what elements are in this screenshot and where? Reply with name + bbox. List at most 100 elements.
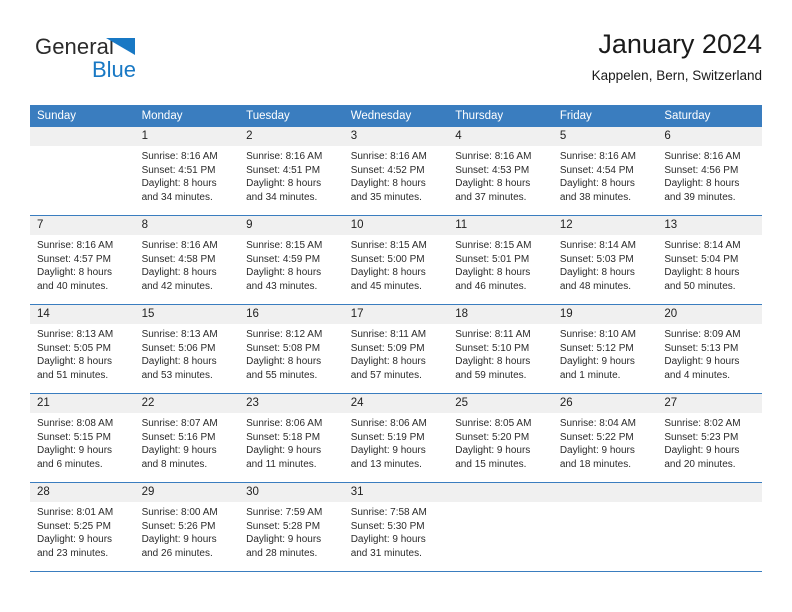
calendar-day-cell[interactable]: 6 Sunrise: 8:16 AM Sunset: 4:56 PM Daylight…	[657, 127, 762, 216]
daylight-text-line1: Daylight: 9 hours	[246, 534, 322, 546]
day-details: Sunrise: 8:14 AM Sunset: 5:03 PM Daylight:…	[553, 235, 658, 293]
daylight-text-line1: Daylight: 8 hours	[246, 178, 322, 190]
sunset-text: Sunset: 5:01 PM	[455, 253, 530, 265]
day-number: 27	[657, 394, 762, 413]
daylight-text-line1: Daylight: 9 hours	[559, 356, 635, 368]
daylight-text-line1: Daylight: 9 hours	[664, 356, 740, 368]
sunrise-text: Sunrise: 8:15 AM	[350, 240, 427, 251]
day-details: Sunrise: 8:16 AM Sunset: 4:51 PM Daylight:…	[135, 146, 240, 204]
day-details: Sunrise: 8:09 AM Sunset: 5:13 PM Daylight:…	[657, 324, 762, 382]
calendar-day-cell[interactable]: 3 Sunrise: 8:16 AM Sunset: 4:52 PM Daylight…	[343, 127, 449, 216]
calendar-day-cell[interactable]: 28 Sunrise: 8:01 AM Sunset: 5:25 PM Dayligh…	[30, 482, 135, 572]
calendar-day-cell[interactable]: 11 Sunrise: 8:15 AM Sunset: 5:01 PM Dayligh…	[448, 215, 553, 305]
calendar-day-cell[interactable]: 19 Sunrise: 8:10 AM Sunset: 5:12 PM Dayligh…	[552, 304, 658, 394]
sunrise-text: Sunrise: 8:16 AM	[246, 151, 323, 162]
daylight-text-line2: and 15 minutes.	[455, 458, 527, 470]
day-number: 20	[657, 305, 762, 324]
sunset-text: Sunset: 4:52 PM	[350, 164, 425, 176]
daylight-text-line2: and 35 minutes.	[350, 191, 422, 203]
day-number: 23	[239, 394, 344, 413]
sunrise-text: Sunrise: 8:14 AM	[559, 240, 636, 251]
daylight-text-line2: and 59 minutes.	[455, 369, 527, 381]
day-number	[657, 483, 762, 502]
calendar-day-cell[interactable]: 18 Sunrise: 8:11 AM Sunset: 5:10 PM Dayligh…	[448, 304, 553, 394]
day-details: Sunrise: 7:58 AM Sunset: 5:30 PM Daylight:…	[344, 502, 449, 560]
day-number: 21	[30, 394, 135, 413]
sunrise-text: Sunrise: 7:58 AM	[350, 507, 427, 518]
daylight-text-line2: and 46 minutes.	[455, 280, 527, 292]
calendar-day-cell[interactable]: 9 Sunrise: 8:15 AM Sunset: 4:59 PM Daylight…	[239, 215, 344, 305]
day-details: Sunrise: 8:08 AM Sunset: 5:15 PM Daylight:…	[30, 413, 135, 471]
daylight-text-line1: Daylight: 8 hours	[37, 356, 113, 368]
general-blue-logo[interactable]: General Blue	[35, 34, 215, 92]
day-details: Sunrise: 8:07 AM Sunset: 5:16 PM Daylight:…	[135, 413, 240, 471]
calendar-day-cell[interactable]: 12 Sunrise: 8:14 AM Sunset: 5:03 PM Dayligh…	[552, 215, 658, 305]
calendar-day-cell[interactable]: 22 Sunrise: 8:07 AM Sunset: 5:16 PM Dayligh…	[134, 393, 240, 483]
day-number: 30	[239, 483, 344, 502]
calendar-day-cell[interactable]: 16 Sunrise: 8:12 AM Sunset: 5:08 PM Dayligh…	[239, 304, 344, 394]
calendar-day-cell[interactable]: 29 Sunrise: 8:00 AM Sunset: 5:26 PM Dayligh…	[134, 482, 240, 572]
sunset-text: Sunset: 5:19 PM	[350, 431, 425, 443]
day-number: 2	[239, 127, 344, 146]
sunrise-text: Sunrise: 8:16 AM	[141, 151, 218, 162]
daylight-text-line1: Daylight: 8 hours	[455, 178, 531, 190]
calendar-day-cell[interactable]: 1 Sunrise: 8:16 AM Sunset: 4:51 PM Daylight…	[134, 127, 240, 216]
day-number: 12	[552, 216, 658, 235]
daylight-text-line1: Daylight: 8 hours	[246, 267, 322, 279]
calendar-day-cell[interactable]: 25 Sunrise: 8:05 AM Sunset: 5:20 PM Dayligh…	[448, 393, 553, 483]
sunrise-text: Sunrise: 8:09 AM	[664, 329, 741, 340]
calendar-day-cell[interactable]: 17 Sunrise: 8:11 AM Sunset: 5:09 PM Dayligh…	[343, 304, 449, 394]
calendar-day-cell[interactable]: 5 Sunrise: 8:16 AM Sunset: 4:54 PM Daylight…	[552, 127, 658, 216]
sunrise-text: Sunrise: 8:06 AM	[246, 418, 323, 429]
daylight-text-line1: Daylight: 8 hours	[559, 267, 635, 279]
daylight-text-line2: and 50 minutes.	[664, 280, 736, 292]
calendar-day-cell[interactable]: 4 Sunrise: 8:16 AM Sunset: 4:53 PM Daylight…	[448, 127, 553, 216]
daylight-text-line2: and 13 minutes.	[350, 458, 422, 470]
daylight-text-line2: and 43 minutes.	[246, 280, 318, 292]
daylight-text-line1: Daylight: 8 hours	[141, 267, 217, 279]
calendar-day-cell[interactable]: 30 Sunrise: 7:59 AM Sunset: 5:28 PM Dayligh…	[239, 482, 344, 572]
sunrise-text: Sunrise: 8:06 AM	[350, 418, 427, 429]
calendar-day-cell[interactable]: 10 Sunrise: 8:15 AM Sunset: 5:00 PM Dayligh…	[343, 215, 449, 305]
calendar-day-cell[interactable]: 14 Sunrise: 8:13 AM Sunset: 5:05 PM Dayligh…	[30, 304, 135, 394]
day-details: Sunrise: 8:16 AM Sunset: 4:52 PM Daylight:…	[344, 146, 449, 204]
sunset-text: Sunset: 5:04 PM	[664, 253, 739, 265]
calendar-day-cell[interactable]: 13 Sunrise: 8:14 AM Sunset: 5:04 PM Dayligh…	[657, 215, 762, 305]
daylight-text-line2: and 39 minutes.	[664, 191, 736, 203]
sunrise-text: Sunrise: 8:13 AM	[37, 329, 114, 340]
sunrise-text: Sunrise: 8:07 AM	[141, 418, 218, 429]
day-number: 19	[552, 305, 658, 324]
sunrise-text: Sunrise: 8:15 AM	[246, 240, 323, 251]
daylight-text-line1: Daylight: 9 hours	[559, 445, 635, 457]
daylight-text-line2: and 37 minutes.	[455, 191, 527, 203]
calendar-day-cell[interactable]: 24 Sunrise: 8:06 AM Sunset: 5:19 PM Dayligh…	[343, 393, 449, 483]
daylight-text-line1: Daylight: 9 hours	[664, 445, 740, 457]
calendar-day-cell[interactable]: 27 Sunrise: 8:02 AM Sunset: 5:23 PM Dayligh…	[657, 393, 762, 483]
day-details: Sunrise: 8:15 AM Sunset: 5:01 PM Daylight:…	[448, 235, 553, 293]
page-subtitle: Kappelen, Bern, Switzerland	[591, 68, 762, 83]
calendar-day-cell[interactable]: 7 Sunrise: 8:16 AM Sunset: 4:57 PM Daylight…	[30, 215, 135, 305]
calendar-body: 1 Sunrise: 8:16 AM Sunset: 4:51 PM Daylight…	[30, 127, 762, 572]
calendar-day-cell[interactable]: 15 Sunrise: 8:13 AM Sunset: 5:06 PM Dayligh…	[134, 304, 240, 394]
day-number: 11	[448, 216, 553, 235]
day-details: Sunrise: 8:16 AM Sunset: 4:54 PM Daylight:…	[553, 146, 658, 204]
calendar-day-cell[interactable]: 31 Sunrise: 7:58 AM Sunset: 5:30 PM Dayligh…	[343, 482, 449, 572]
calendar-day-cell[interactable]: 20 Sunrise: 8:09 AM Sunset: 5:13 PM Dayligh…	[657, 304, 762, 394]
daylight-text-line2: and 23 minutes.	[37, 547, 109, 559]
day-details: Sunrise: 8:11 AM Sunset: 5:09 PM Daylight:…	[344, 324, 449, 382]
day-number: 7	[30, 216, 135, 235]
weekday-header-friday: Friday	[552, 105, 658, 127]
logo-triangle-icon	[106, 38, 135, 55]
calendar-day-cell[interactable]: 8 Sunrise: 8:16 AM Sunset: 4:58 PM Daylight…	[134, 215, 240, 305]
daylight-text-line1: Daylight: 9 hours	[37, 445, 113, 457]
day-number	[30, 127, 135, 146]
calendar-day-cell[interactable]: 2 Sunrise: 8:16 AM Sunset: 4:51 PM Daylight…	[239, 127, 344, 216]
daylight-text-line1: Daylight: 8 hours	[664, 178, 740, 190]
calendar-day-cell[interactable]: 23 Sunrise: 8:06 AM Sunset: 5:18 PM Dayligh…	[239, 393, 344, 483]
daylight-text-line1: Daylight: 9 hours	[141, 534, 217, 546]
daylight-text-line2: and 20 minutes.	[664, 458, 736, 470]
calendar-day-cell[interactable]: 26 Sunrise: 8:04 AM Sunset: 5:22 PM Dayligh…	[552, 393, 658, 483]
sunset-text: Sunset: 5:15 PM	[37, 431, 111, 443]
calendar-day-cell[interactable]: 21 Sunrise: 8:08 AM Sunset: 5:15 PM Dayligh…	[30, 393, 135, 483]
daylight-text-line2: and 34 minutes.	[141, 191, 213, 203]
